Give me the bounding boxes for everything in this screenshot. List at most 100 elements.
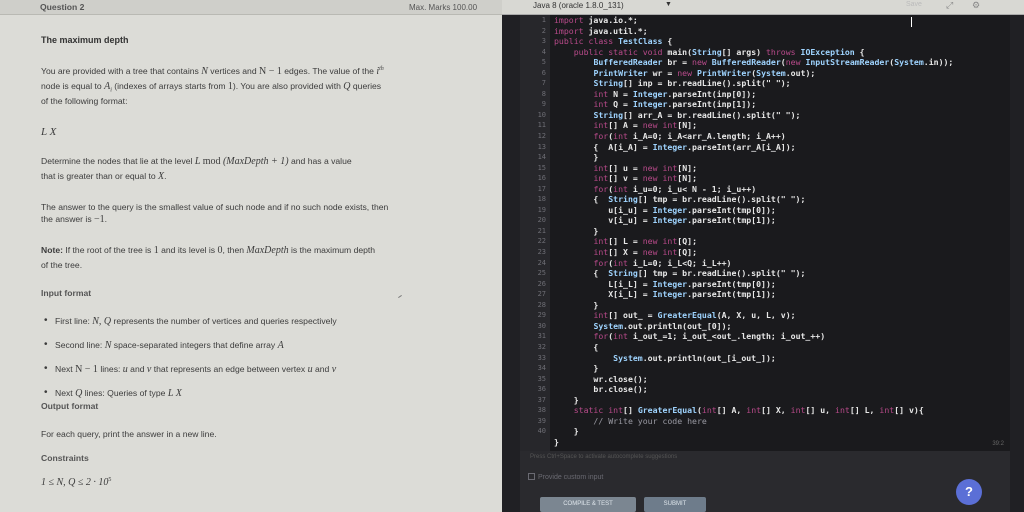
autocomplete-hint: Press Ctrl+Space to activate autocomplet…	[530, 454, 678, 460]
compile-test-button[interactable]: COMPILE & TEST	[540, 497, 636, 512]
line-number: 24	[537, 258, 546, 267]
code-line[interactable]: BufferedReader br = new BufferedReader(n…	[554, 57, 1006, 68]
problem-title: The maximum depth	[41, 35, 129, 45]
question-header: Question 2 Max. Marks 100.00	[0, 0, 502, 15]
line-number: 10	[537, 110, 546, 119]
code-line[interactable]: v[i_u] = Integer.parseInt(tmp[1]);	[554, 215, 1006, 226]
line-number: 8	[541, 89, 546, 98]
code-line[interactable]: int Q = Integer.parseInt(inp[1]);	[554, 99, 1006, 110]
code-line[interactable]: int[] u = new int[N];	[554, 163, 1006, 174]
code-editor[interactable]: 1 2 3 4 5 6 7 8 9 10 11 12 13 14 15 16 17 18 19 20 21 22 23 24 2…	[520, 15, 1010, 451]
line-number: 15	[537, 163, 546, 172]
editor-panel: Java 8 (oracle 1.8.0_131) ▼ Save ⤢ ⚙ 12 3…	[502, 0, 1024, 512]
code-line[interactable]: int[] out_ = GreaterEqual(A, X, u, L, v)…	[554, 310, 1006, 321]
custom-input-toggle[interactable]: Provide custom input	[528, 473, 603, 481]
code-line[interactable]: int[] L = new int[Q];	[554, 236, 1006, 247]
code-line[interactable]: }	[554, 395, 1006, 406]
problem-answer-rule: The answer to the query is the smallest …	[41, 202, 389, 226]
line-number: 23	[537, 248, 546, 257]
code-line[interactable]: public static void main(String[] args) t…	[554, 47, 1006, 58]
line-number: 21	[537, 226, 546, 235]
code-line[interactable]: }	[554, 226, 1006, 237]
code-line[interactable]: String[] arr_A = br.readLine().split(" "…	[554, 110, 1006, 121]
line-number: 3	[541, 37, 546, 46]
code-line[interactable]: u[i_u] = Integer.parseInt(tmp[0]);	[554, 205, 1006, 216]
line-number: 39	[537, 416, 546, 425]
save-button[interactable]: Save	[906, 1, 922, 8]
code-line[interactable]: System.out.println(out_[0]);	[554, 321, 1006, 332]
code-line[interactable]: }	[554, 363, 1006, 374]
code-line[interactable]: int[] A = new int[N];	[554, 120, 1006, 131]
code-line[interactable]: import java.util.*;	[554, 26, 1006, 37]
line-number: 11	[537, 121, 546, 130]
code-line[interactable]: static int[] GreaterEqual(int[] A, int[]…	[554, 405, 1006, 416]
text-cursor	[911, 17, 912, 27]
line-number: 31	[537, 332, 546, 341]
line-number: 9	[541, 100, 546, 109]
line-number: 22	[537, 237, 546, 246]
help-button[interactable]: ?	[956, 479, 982, 505]
code-line[interactable]: import java.io.*;	[554, 15, 1006, 26]
code-line[interactable]: System.out.println(out_[i_out_]);	[554, 353, 1006, 364]
code-line[interactable]: {	[554, 342, 1006, 353]
code-line[interactable]: X[i_L] = Integer.parseInt(tmp[1]);	[554, 289, 1006, 300]
code-line[interactable]: for(int i_A=0; i_A<arr_A.length; i_A++)	[554, 131, 1006, 142]
code-line[interactable]: int N = Integer.parseInt(inp[0]);	[554, 89, 1006, 100]
line-number: 19	[537, 205, 546, 214]
code-line[interactable]: }	[554, 152, 1006, 163]
line-number: 36	[537, 385, 546, 394]
constraints-expr: 1 ≤ N, Q ≤ 2 · 105	[41, 477, 112, 488]
line-number: 30	[537, 321, 546, 330]
line-number: 18	[537, 195, 546, 204]
code-line[interactable]: int[] v = new int[N];	[554, 173, 1006, 184]
problem-intro: You are provided with a tree that contai…	[41, 66, 384, 106]
code-line[interactable]: PrintWriter wr = new PrintWriter(System.…	[554, 68, 1006, 79]
editor-footer: 39:2 Press Ctrl+Space to activate autoco…	[520, 441, 1010, 512]
expand-icon[interactable]: ⤢	[946, 0, 953, 11]
code-line[interactable]: for(int i_L=0; i_L<Q; i_L++)	[554, 258, 1006, 269]
line-number: 35	[537, 374, 546, 383]
chevron-down-icon: ▼	[665, 1, 672, 8]
query-format: L X	[41, 126, 57, 138]
line-number: 20	[537, 216, 546, 225]
code-line[interactable]: }	[554, 437, 1006, 448]
line-number: 12	[537, 132, 546, 141]
list-item: Next N − 1 lines: u and v that represent…	[41, 362, 493, 378]
code-line[interactable]: int[] X = new int[Q];	[554, 247, 1006, 258]
problem-note: Note: If the root of the tree is 1 and i…	[41, 245, 376, 270]
code-line[interactable]: }	[554, 300, 1006, 311]
problem-determine: Determine the nodes that lie at the leve…	[41, 156, 352, 182]
code-line[interactable]: public class TestClass {	[554, 36, 1006, 47]
language-select[interactable]: Java 8 (oracle 1.8.0_131) ▼	[533, 0, 673, 12]
code-line[interactable]: { A[i_A] = Integer.parseInt(arr_A[i_A]);	[554, 142, 1006, 153]
line-number: 29	[537, 311, 546, 320]
code-line[interactable]: String[] inp = br.readLine().split(" ");	[554, 78, 1006, 89]
gear-icon[interactable]: ⚙	[972, 0, 980, 11]
code-line[interactable]: { String[] tmp = br.readLine().split(" "…	[554, 268, 1006, 279]
line-number: 40	[537, 427, 546, 436]
code-line[interactable]: wr.close();	[554, 374, 1006, 385]
code-line[interactable]: { String[] tmp = br.readLine().split(" "…	[554, 194, 1006, 205]
code-line[interactable]: // Write your code here	[554, 416, 1006, 427]
submit-button[interactable]: SUBMIT	[644, 497, 706, 512]
line-number: 14	[537, 153, 546, 162]
problem-panel: Question 2 Max. Marks 100.00 The maximum…	[0, 0, 502, 512]
line-number: 38	[537, 406, 546, 415]
code-line[interactable]: L[i_L] = Integer.parseInt(tmp[0]);	[554, 279, 1006, 290]
line-number: 16	[537, 174, 546, 183]
code-line[interactable]: br.close();	[554, 384, 1006, 395]
question-label: Question 2	[40, 2, 85, 12]
code-area[interactable]: import java.io.*; import java.util.*; publ…	[554, 15, 1006, 447]
code-line[interactable]: for(int i_u=0; i_u< N - 1; i_u++)	[554, 184, 1006, 195]
line-number: 33	[537, 353, 546, 362]
constraints-heading: Constraints	[41, 453, 89, 463]
line-number: 28	[537, 300, 546, 309]
checkbox[interactable]	[528, 473, 535, 480]
line-number: 13	[537, 142, 546, 151]
code-line[interactable]: for(int i_out_=1; i_out_<out_.length; i_…	[554, 331, 1006, 342]
input-format-list: First line: N, Q represents the number o…	[41, 314, 493, 411]
code-line[interactable]: }	[554, 426, 1006, 437]
input-format-heading: Input format	[41, 288, 92, 298]
line-number: 4	[541, 47, 546, 56]
line-number: 37	[537, 395, 546, 404]
